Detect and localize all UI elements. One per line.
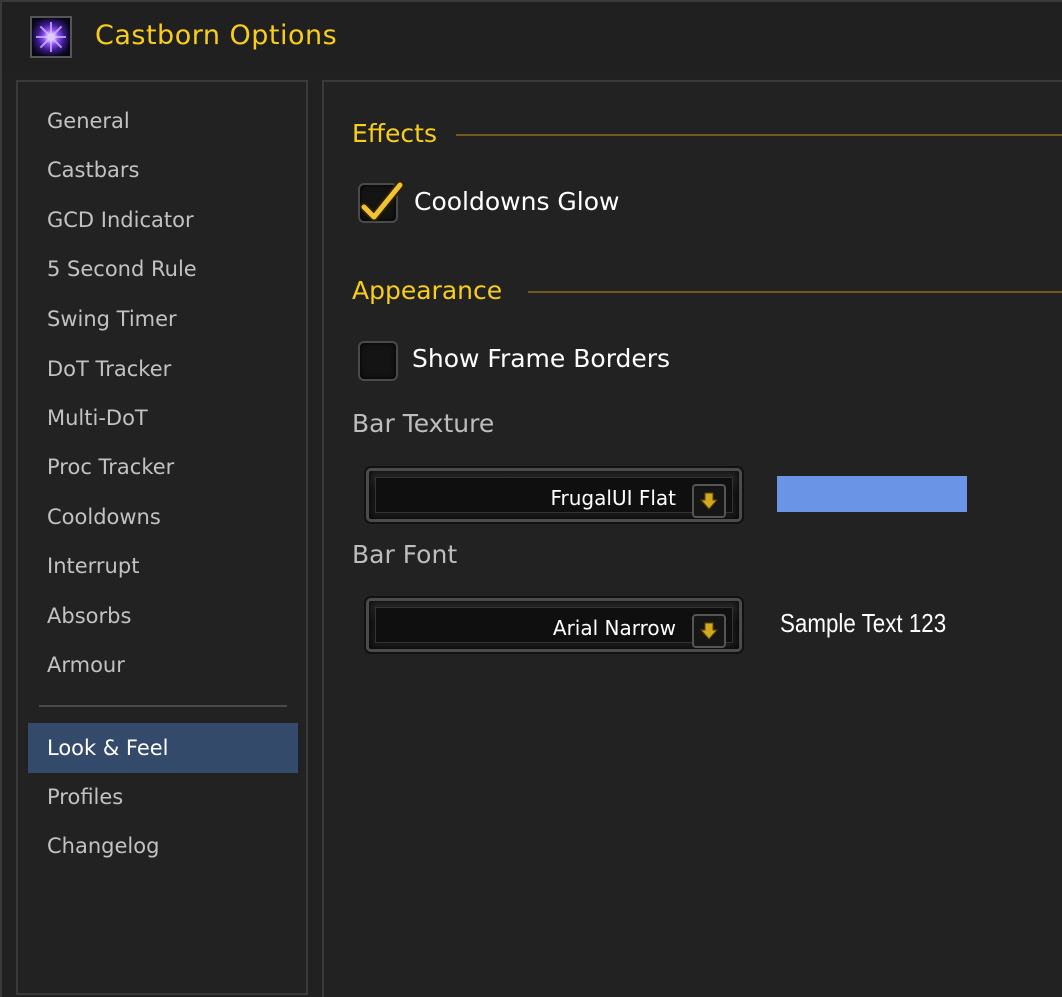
bar-texture-dropdown-button[interactable]	[692, 484, 726, 518]
chevron-down-icon	[699, 622, 719, 640]
appearance-divider	[528, 291, 1062, 293]
bar-font-dropdown-field: Arial Narrow	[375, 607, 733, 648]
bar-font-value: Arial Narrow	[552, 616, 676, 640]
sidebar-nav: General Castbars GCD Indicator 5 Second …	[16, 80, 308, 995]
show-frame-borders-label[interactable]: Show Frame Borders	[412, 344, 670, 373]
show-frame-borders-checkbox[interactable]	[358, 341, 398, 381]
sidebar-item-dot-tracker[interactable]: DoT Tracker	[28, 344, 298, 394]
checkmark-icon	[360, 180, 404, 222]
bar-font-sample-text: Sample Text 123	[780, 608, 947, 638]
sidebar-item-swing-timer[interactable]: Swing Timer	[28, 294, 298, 344]
sidebar-item-cooldowns[interactable]: Cooldowns	[28, 492, 298, 542]
options-window: Castborn Options General Castbars GCD In…	[0, 0, 1062, 997]
title-bar: Castborn Options	[2, 2, 1062, 72]
sidebar-item-look-and-feel[interactable]: Look & Feel	[28, 723, 298, 773]
cooldowns-glow-label[interactable]: Cooldowns Glow	[414, 187, 619, 216]
sidebar-item-general[interactable]: General	[28, 96, 298, 146]
sidebar-item-interrupt[interactable]: Interrupt	[28, 541, 298, 591]
bar-texture-dropdown-field: FrugalUI Flat	[375, 477, 733, 518]
sidebar-item-5-second-rule[interactable]: 5 Second Rule	[28, 244, 298, 294]
appearance-header: Appearance	[352, 276, 503, 305]
effects-header: Effects	[352, 119, 437, 148]
sidebar-item-castbars[interactable]: Castbars	[28, 145, 298, 195]
bar-texture-value: FrugalUI Flat	[550, 486, 676, 510]
bar-texture-dropdown[interactable]: FrugalUI Flat	[366, 468, 742, 522]
sidebar-item-profiles[interactable]: Profiles	[28, 772, 298, 822]
cooldowns-glow-checkbox[interactable]	[358, 180, 404, 223]
bar-texture-preview-swatch	[777, 476, 967, 512]
sidebar-divider	[39, 705, 287, 707]
bar-font-label: Bar Font	[352, 540, 458, 569]
bar-font-dropdown[interactable]: Arial Narrow	[366, 598, 742, 652]
arcane-star-icon	[30, 16, 72, 58]
effects-divider	[456, 134, 1062, 136]
bar-texture-label: Bar Texture	[352, 409, 495, 438]
chevron-down-icon	[699, 492, 719, 510]
window-title: Castborn Options	[95, 20, 338, 51]
bar-font-dropdown-button[interactable]	[692, 614, 726, 648]
main-panel: Effects Cooldowns Glow Appearance Show F…	[322, 80, 1062, 997]
sidebar-item-absorbs[interactable]: Absorbs	[28, 591, 298, 641]
sidebar-item-multi-dot[interactable]: Multi-DoT	[28, 393, 298, 443]
sidebar-item-changelog[interactable]: Changelog	[28, 821, 298, 871]
sidebar-item-gcd-indicator[interactable]: GCD Indicator	[28, 195, 298, 245]
sidebar-item-proc-tracker[interactable]: Proc Tracker	[28, 442, 298, 492]
sidebar-item-armour[interactable]: Armour	[28, 640, 298, 690]
